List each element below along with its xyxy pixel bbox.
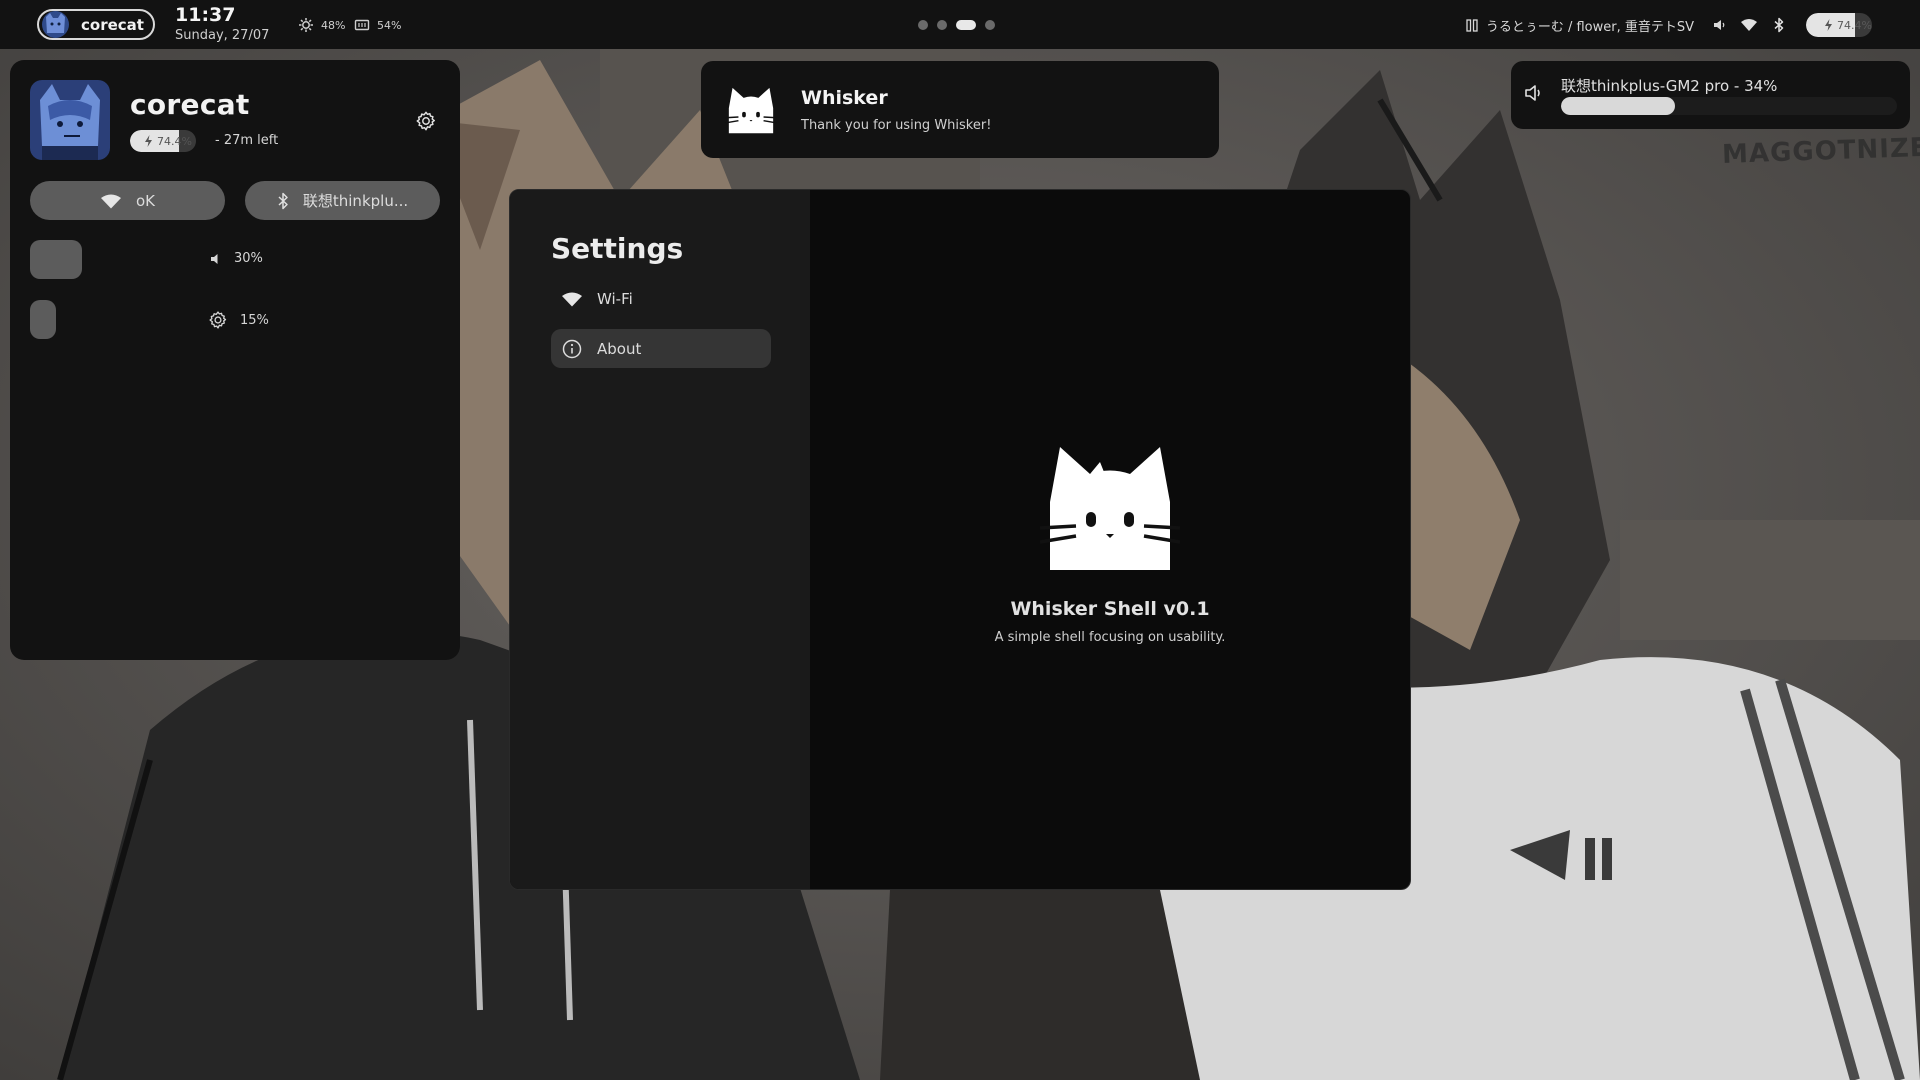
wifi-icon — [100, 193, 122, 209]
notification-toast[interactable]: Whisker Thank you for using Whisker! — [701, 61, 1219, 158]
wifi-network-name: oK — [135, 191, 155, 210]
volume-icon — [210, 253, 222, 265]
about-section: Whisker Shell v0.1 A simple shell focusi… — [810, 442, 1410, 645]
profile-username: corecat — [130, 88, 250, 121]
battery-indicator[interactable]: 74.4% — [1806, 13, 1872, 37]
clock-date: Sunday, 27/07 — [175, 28, 270, 43]
volume-icon[interactable] — [1710, 16, 1728, 34]
pause-icon[interactable] — [1466, 18, 1478, 32]
brightness-value: 15% — [240, 312, 269, 328]
battery-value: 74.4% — [157, 134, 192, 148]
workspace-dot[interactable] — [985, 20, 995, 30]
battery-indicator: 74.4% — [130, 130, 196, 152]
brightness-slider[interactable] — [30, 300, 160, 339]
bolt-icon — [1824, 19, 1833, 31]
settings-sidebar: Settings Wi-Fi About — [510, 190, 810, 889]
settings-content: Whisker Shell v0.1 A simple shell focusi… — [810, 190, 1410, 889]
workspace-dot[interactable] — [937, 20, 947, 30]
settings-gear-button[interactable] — [413, 108, 439, 134]
system-tray: うるとぅーむ / flower, 重音テトSV 74.4% — [1466, 13, 1872, 37]
workspace-indicator — [918, 20, 995, 30]
settings-title: Settings — [551, 232, 684, 265]
top-bar: corecat 11:37 Sunday, 27/07 48% 54% うるとぅ… — [0, 0, 1920, 49]
settings-window: Settings Wi-Fi About Whisker Shell v0.1 — [509, 189, 1411, 890]
whisker-logo — [1040, 447, 1180, 570]
brightness-icon — [208, 310, 228, 330]
bluetooth-icon[interactable] — [1770, 16, 1788, 34]
notification-body: Thank you for using Whisker! — [801, 117, 992, 133]
brightness-readout: 15% — [208, 310, 269, 330]
user-menu-button[interactable]: corecat — [37, 9, 155, 40]
volume-readout: 30% — [210, 251, 263, 266]
battery-value: 74.4% — [1837, 18, 1872, 32]
wifi-toggle-button[interactable]: oK — [30, 181, 225, 220]
brightness-slider-fill — [30, 300, 56, 339]
bluetooth-device-name: 联想thinkplu... — [302, 192, 409, 210]
settings-item-wifi[interactable]: Wi-Fi — [551, 279, 771, 318]
volume-osd-fill — [1561, 97, 1676, 115]
memory-icon — [354, 17, 370, 33]
cpu-icon — [298, 17, 314, 33]
notification-title: Whisker — [801, 86, 888, 109]
workspace-dot[interactable] — [918, 20, 928, 30]
wifi-icon[interactable] — [1740, 16, 1758, 34]
about-subtitle: A simple shell focusing on usability. — [994, 630, 1226, 645]
volume-slider-fill — [30, 240, 82, 279]
quick-settings-panel: corecat 74.4% - 27m left oK 联想thinkplu..… — [10, 60, 460, 660]
about-title: Whisker Shell v0.1 — [1010, 598, 1210, 620]
gear-icon — [416, 111, 435, 131]
info-icon — [561, 338, 583, 360]
memory-usage-value: 54% — [377, 18, 402, 32]
cpu-usage: 48% — [298, 17, 345, 33]
settings-item-label: Wi-Fi — [597, 289, 633, 308]
memory-usage: 54% — [354, 17, 401, 33]
volume-slider[interactable] — [30, 240, 160, 279]
clock-time: 11:37 — [175, 4, 236, 26]
volume-osd-label: 联想thinkplus-GM2 pro - 34% — [1561, 77, 1778, 95]
media-player[interactable]: うるとぅーむ / flower, 重音テトSV — [1466, 16, 1694, 35]
profile-avatar — [30, 80, 110, 160]
battery-time-left: - 27m left — [215, 133, 279, 148]
avatar — [42, 11, 69, 38]
bolt-icon — [144, 135, 153, 147]
wifi-icon — [561, 288, 583, 310]
bluetooth-toggle-button[interactable]: 联想thinkplu... — [245, 181, 440, 220]
whisker-cat-icon — [725, 84, 777, 136]
settings-item-label: About — [597, 339, 642, 358]
volume-icon — [1524, 83, 1544, 103]
clock[interactable]: 11:37 Sunday, 27/07 — [175, 4, 270, 43]
cpu-usage-value: 48% — [321, 18, 346, 32]
bluetooth-icon — [277, 192, 289, 210]
volume-osd-bar — [1561, 97, 1897, 115]
settings-item-about[interactable]: About — [551, 329, 771, 368]
volume-osd: 联想thinkplus-GM2 pro - 34% — [1511, 61, 1910, 129]
topbar-username: corecat — [81, 15, 144, 34]
volume-value: 30% — [234, 251, 263, 266]
workspace-dot-active[interactable] — [956, 20, 976, 30]
media-title: うるとぅーむ / flower, 重音テトSV — [1485, 19, 1694, 35]
